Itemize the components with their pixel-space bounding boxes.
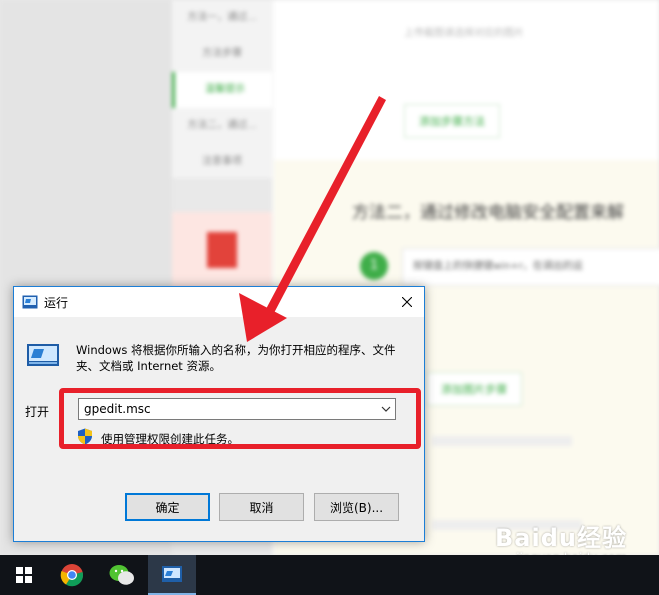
nav-item[interactable]: 方法步骤 <box>172 36 272 72</box>
run-taskbar-button[interactable] <box>148 555 196 595</box>
windows-logo-icon <box>16 567 32 583</box>
highlight-box <box>59 388 421 449</box>
dialog-titlebar[interactable]: 运行 <box>14 287 424 317</box>
wechat-taskbar-button[interactable] <box>98 555 146 595</box>
watermark-logo: Baidu经验 <box>495 524 627 552</box>
nav-item-active[interactable]: 温馨提示 <box>172 72 275 108</box>
open-label: 打开 <box>25 405 50 419</box>
run-large-icon <box>27 344 59 366</box>
close-icon <box>402 297 412 307</box>
add-method-button[interactable]: 添加步骤方法 <box>404 104 500 138</box>
chrome-taskbar-button[interactable] <box>48 555 96 595</box>
run-icon <box>22 295 38 309</box>
start-button[interactable] <box>0 555 48 595</box>
article-nav: 方法一，通过... 方法步骤 温馨提示 方法二，通过... 注意事项 <box>172 0 275 180</box>
placeholder-line <box>432 436 572 446</box>
taskbar <box>0 555 659 595</box>
dialog-title: 运行 <box>44 296 69 310</box>
cancel-button[interactable]: 取消 <box>219 493 304 521</box>
browse-button[interactable]: 浏览(B)... <box>314 493 399 521</box>
dialog-description: Windows 将根据你所输入的名称，为你打开相应的程序、文件夹、文档或 Int… <box>76 343 396 373</box>
run-app-icon <box>162 566 182 582</box>
nav-item[interactable]: 方法一，通过... <box>172 0 272 36</box>
step-number-badge: 1 <box>360 252 388 280</box>
section-heading: 方法二，通过修改电脑安全配置来解 <box>352 203 624 223</box>
step-text-field[interactable]: 按键盘上的快捷键win+r，在调出的运 <box>402 248 659 286</box>
close-button[interactable] <box>390 287 424 317</box>
wechat-icon <box>109 565 134 585</box>
nav-item[interactable]: 方法二，通过... <box>172 108 272 144</box>
ad-gift-icon <box>207 232 237 268</box>
ok-button[interactable]: 确定 <box>125 493 210 521</box>
chrome-icon <box>60 564 84 587</box>
add-image-button[interactable]: 添加图片步骤 <box>426 372 522 406</box>
nav-item[interactable]: 注意事项 <box>172 144 272 180</box>
upload-tip: 上传截图请选择对应的图片 <box>404 28 524 39</box>
